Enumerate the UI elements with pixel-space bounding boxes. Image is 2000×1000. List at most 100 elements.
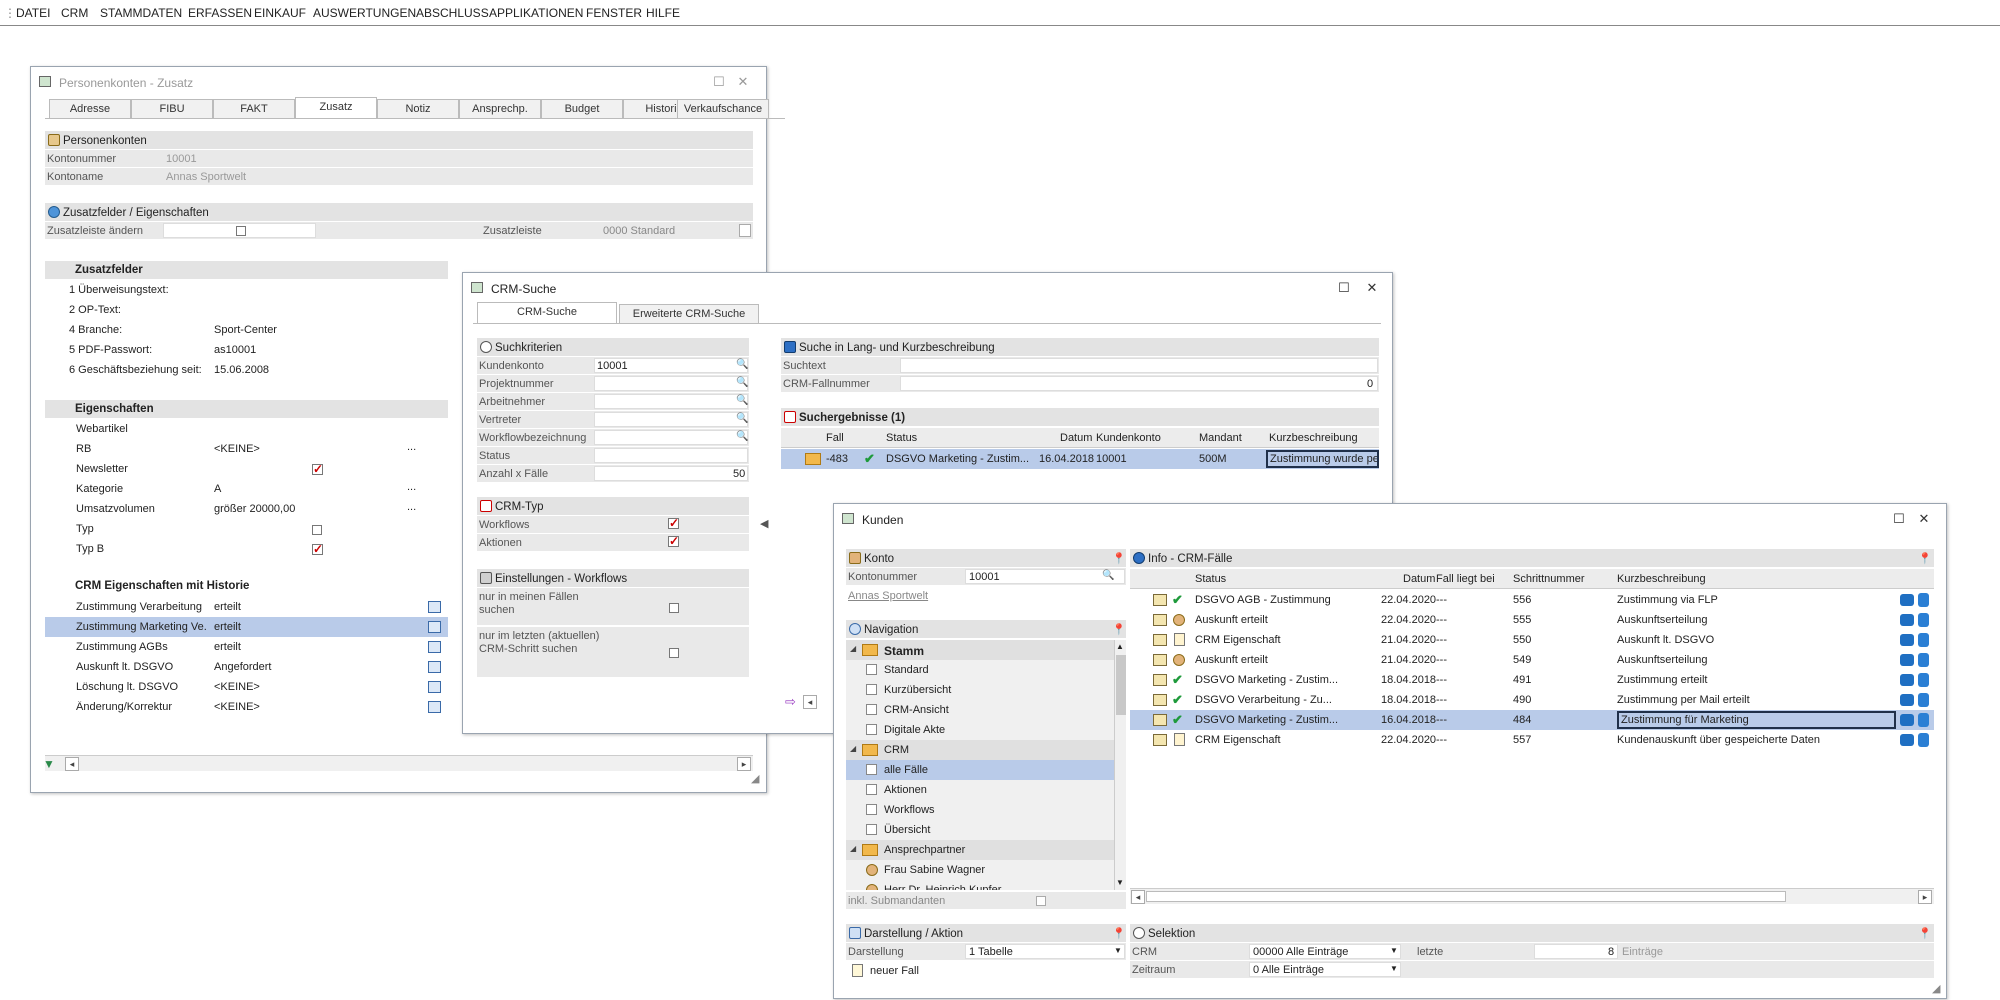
submandanten-checkbox[interactable] — [1036, 896, 1046, 906]
nav-item[interactable]: Frau Sabine Wagner — [846, 860, 1114, 880]
next-arrow-icon[interactable]: ⇨ — [785, 694, 796, 710]
crm-row[interactable]: Auskunft erteilt 22.04.2020 --- 555 Auskunft… — [1130, 610, 1934, 630]
col-mandant[interactable]: Mandant — [1199, 432, 1242, 444]
kontoname-link[interactable]: Annas Sportwelt — [848, 590, 928, 602]
maximize-icon[interactable]: ☐ — [712, 74, 726, 90]
splitter-left-arrow-icon[interactable]: ◀ — [760, 517, 768, 530]
kontonummer-value[interactable]: 10001 — [166, 153, 197, 165]
crm-horizontal-scrollbar[interactable]: ◂ ▸ — [1130, 888, 1934, 904]
scroll-thumb[interactable] — [1116, 655, 1126, 715]
window-titlebar[interactable]: Personenkonten - Zusatz ☐ ✕ — [31, 67, 766, 97]
zf-value[interactable]: 15.06.2008 — [214, 364, 269, 376]
edit-icon[interactable] — [1153, 734, 1167, 746]
result-row[interactable]: -483 ✔ DSGVO Marketing - Zustim... 16.04… — [781, 449, 1379, 469]
nav-scrollbar[interactable]: ▲ ▼ — [1114, 640, 1126, 890]
close-icon[interactable]: ✕ — [1365, 280, 1379, 296]
nav-item[interactable]: ◢ Ansprechpartner — [846, 840, 1114, 860]
tab-budget[interactable]: Budget — [541, 99, 623, 118]
search-icon[interactable]: 🔍 — [736, 377, 748, 388]
search-icon[interactable]: 🔍 — [736, 395, 748, 406]
crm-row[interactable]: ✔ DSGVO AGB - Zustimmung 22.04.2020 --- 556 Z… — [1130, 590, 1934, 610]
menu-applikationen[interactable]: APPLIKATIONEN — [489, 6, 583, 20]
tab-zusatz[interactable]: Zusatz — [295, 97, 377, 118]
scroll-down-icon[interactable]: ▼ — [1116, 878, 1124, 887]
resize-grip-icon[interactable]: ◢ — [1932, 982, 1940, 995]
typ-aktionen-checkbox[interactable]: ✓ — [668, 535, 679, 547]
menu-auswertungen[interactable]: AUSWERTUNGEN — [313, 6, 416, 20]
zf-value[interactable]: Sport-Center — [214, 324, 277, 336]
letzte-input[interactable] — [1534, 944, 1618, 959]
col-schrittnummer[interactable]: Schrittnummer — [1513, 573, 1585, 585]
edit-icon[interactable] — [1153, 634, 1167, 646]
hist-value[interactable]: erteilt — [214, 621, 241, 633]
col-fall[interactable]: Fall — [826, 432, 844, 444]
hist-value[interactable]: <KEINE> — [214, 701, 260, 713]
pin-icon[interactable]: 📍 — [1918, 927, 1932, 940]
scroll-left-icon[interactable]: ◂ — [65, 757, 79, 771]
crm-row[interactable]: CRM Eigenschaft 21.04.2020 --- 550 Auskunft … — [1130, 630, 1934, 650]
tab-adresse[interactable]: Adresse — [49, 99, 131, 118]
nav-item[interactable]: Aktionen — [846, 780, 1114, 800]
horizontal-scrollbar[interactable]: ◂ ▸ — [45, 755, 753, 771]
nav-item[interactable]: Standard — [846, 660, 1114, 680]
resize-grip-icon[interactable]: ◢ — [751, 772, 759, 785]
krit-input[interactable] — [594, 430, 748, 445]
send-icon[interactable] — [1900, 654, 1914, 666]
eig-checkbox[interactable]: ✓ — [312, 543, 323, 555]
database-icon[interactable] — [1918, 613, 1929, 627]
scroll-left-icon[interactable]: ◂ — [1131, 890, 1145, 904]
scroll-left-icon[interactable]: ◂ — [803, 695, 817, 709]
hist-value[interactable]: Angefordert — [214, 661, 271, 673]
eig-value[interactable]: größer 20000,00 — [214, 503, 295, 515]
expand-icon[interactable]: ◢ — [850, 844, 856, 853]
eig-checkbox[interactable] — [312, 525, 322, 535]
close-icon[interactable]: ✕ — [736, 74, 750, 90]
history-icon[interactable] — [428, 601, 441, 613]
zusatzleiste-value[interactable]: 0000 Standard — [603, 225, 675, 237]
search-icon[interactable]: 🔍 — [736, 359, 748, 370]
more-button[interactable]: ... — [407, 441, 416, 453]
edit-icon[interactable] — [1153, 654, 1167, 666]
col-kurzbeschreibung[interactable]: Kurzbeschreibung — [1617, 573, 1706, 585]
menu-crm[interactable]: CRM — [61, 6, 88, 20]
hist-value[interactable]: <KEINE> — [214, 681, 260, 693]
crm-row[interactable]: CRM Eigenschaft 22.04.2020 --- 557 Kundenaus… — [1130, 730, 1934, 750]
database-icon[interactable] — [1918, 693, 1929, 707]
typ-workflows-checkbox[interactable]: ✓ — [668, 517, 679, 529]
database-icon[interactable] — [1918, 673, 1929, 687]
send-icon[interactable] — [1900, 594, 1914, 606]
window-titlebar[interactable]: CRM-Suche ☐ ✕ — [463, 273, 1392, 303]
pin-icon[interactable]: 📍 — [1112, 927, 1126, 940]
send-icon[interactable] — [1900, 674, 1914, 686]
nav-item[interactable]: Workflows — [846, 800, 1114, 820]
edit-icon[interactable] — [1153, 674, 1167, 686]
database-icon[interactable] — [1918, 653, 1929, 667]
window-titlebar[interactable]: Kunden ☐ ✕ — [834, 504, 1946, 534]
einst-meine-checkbox[interactable] — [669, 603, 679, 613]
edit-icon[interactable] — [1153, 594, 1167, 606]
tab-notiz[interactable]: Notiz — [377, 99, 459, 118]
close-icon[interactable]: ✕ — [1917, 511, 1931, 527]
einst-letzter-checkbox[interactable] — [669, 648, 679, 658]
crm-row[interactable]: ✔ DSGVO Marketing - Zustim... 16.04.2018 --… — [1130, 710, 1934, 730]
pin-icon[interactable]: 📍 — [1112, 552, 1126, 565]
nav-item[interactable]: Digitale Akte — [846, 720, 1114, 740]
menu-fenster[interactable]: FENSTER — [586, 6, 642, 20]
history-icon[interactable] — [428, 681, 441, 693]
tab-fakt[interactable]: FAKT — [213, 99, 295, 118]
col-datum[interactable]: Datum — [1060, 432, 1092, 444]
history-icon[interactable] — [428, 701, 441, 713]
pin-icon[interactable]: 📍 — [1918, 552, 1932, 565]
search-icon[interactable]: 🔍 — [1102, 570, 1114, 581]
history-icon[interactable] — [428, 641, 441, 653]
kontoname-value[interactable]: Annas Sportwelt — [166, 171, 246, 183]
menu-abschluss[interactable]: ABSCHLUSS — [416, 6, 489, 20]
edit-icon[interactable] — [1153, 614, 1167, 626]
crm-row[interactable]: Auskunft erteilt 21.04.2020 --- 549 Auskunft… — [1130, 650, 1934, 670]
pin-icon[interactable]: 📍 — [1112, 623, 1126, 636]
eig-value[interactable]: <KEINE> — [214, 443, 260, 455]
more-button[interactable]: ... — [407, 501, 416, 513]
crm-row[interactable]: ✔ DSGVO Verarbeitung - Zu... 18.04.2018 ---… — [1130, 690, 1934, 710]
maximize-icon[interactable]: ☐ — [1892, 511, 1906, 527]
send-icon[interactable] — [1900, 614, 1914, 626]
